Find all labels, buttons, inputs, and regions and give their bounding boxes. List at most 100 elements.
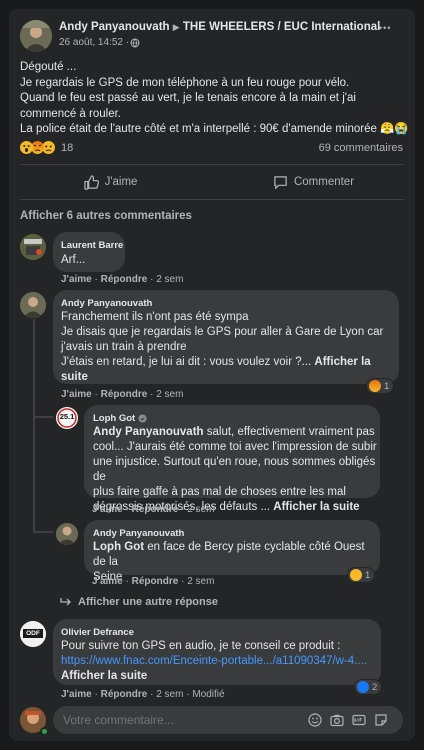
comment-actions: J'aime · Répondre · 2 sem — [61, 389, 184, 400]
show-other-reply-link[interactable]: Afficher une autre réponse — [60, 596, 218, 608]
comment-reply-link[interactable]: Répondre — [132, 576, 179, 587]
comment-reply-link[interactable]: Répondre — [132, 504, 179, 515]
comment-author[interactable]: Andy Panyanouvath — [93, 528, 184, 539]
comment-time[interactable]: 2 sem — [156, 389, 183, 400]
like-button[interactable]: J'aime — [9, 167, 212, 197]
comment-actions: J'aime · Répondre · 2 sem · Modifié — [61, 689, 225, 700]
thread-line — [33, 319, 35, 416]
online-status-indicator — [40, 727, 49, 736]
comments-count[interactable]: 69 commentaires — [319, 142, 403, 154]
comment-reply-link[interactable]: Répondre — [101, 389, 148, 400]
edited-label[interactable]: Modifié — [192, 689, 224, 700]
author-name[interactable]: Andy Panyanouvath — [59, 21, 170, 33]
thread-connector — [33, 531, 53, 533]
comment-line: Franchement ils n'ont pas été sympa — [61, 311, 249, 323]
comment-line: cool... J'aurais été comme toi avec l'im… — [93, 441, 377, 453]
reply-arrow-icon — [60, 598, 71, 606]
post-card: Andy Panyanouvath ▶ THE WHEELERS / EUC I… — [9, 9, 415, 741]
divider — [20, 199, 404, 200]
comment-time[interactable]: 2 sem — [187, 504, 214, 515]
haha-reaction-icon — [350, 569, 362, 581]
mention-link[interactable]: Loph Got — [93, 541, 144, 553]
comment-actions: J'aime · Répondre · 2 sem — [92, 504, 215, 515]
angry-reaction-icon — [369, 380, 381, 392]
comment-line: J'étais en retard, je lui ai dit : vous … — [61, 356, 312, 368]
comment-like-link[interactable]: J'aime — [92, 504, 123, 515]
reaction-count: 1 — [365, 569, 371, 581]
comment-bubble: Laurent Barre Arf... — [53, 232, 125, 272]
comment-time[interactable]: 2 sem — [187, 576, 214, 587]
gif-icon[interactable] — [352, 713, 366, 727]
comment-author[interactable]: Laurent Barre — [61, 240, 123, 251]
comment-reply-link[interactable]: Répondre — [101, 274, 148, 285]
comment-reactions[interactable]: 2 — [354, 679, 383, 695]
comment-text: Andy Panyanouvath salut, effectivement v… — [93, 425, 378, 515]
comment-time[interactable]: 2 sem — [156, 689, 183, 700]
commenter-avatar[interactable] — [20, 234, 46, 260]
reactions-summary[interactable]: 18 — [20, 141, 73, 154]
thread-connector — [33, 416, 53, 418]
comment-reply-link[interactable]: Répondre — [101, 689, 148, 700]
composer-tools — [308, 713, 388, 727]
wow-reaction-icon — [20, 141, 33, 154]
commenter-avatar[interactable]: 25.1 — [56, 407, 78, 429]
see-more-link[interactable]: Afficher la suite — [61, 670, 147, 682]
comment-reactions[interactable]: 1 — [366, 378, 395, 394]
comment-bubble: Andy Panyanouvath Loph Got en face de Be… — [84, 520, 380, 583]
comment-like-link[interactable]: J'aime — [61, 274, 92, 285]
comment-author[interactable]: Olivier Defrance — [61, 627, 134, 638]
comment-reactions[interactable]: 1 — [347, 567, 376, 583]
post-line: Je regardais le GPS de mon téléphone à u… — [20, 76, 350, 89]
comment-like-link[interactable]: J'aime — [61, 689, 92, 700]
camera-icon[interactable] — [330, 713, 344, 727]
more-options-button[interactable]: ••• — [379, 23, 391, 33]
comment-label: Commenter — [293, 176, 355, 188]
thread-line — [33, 416, 35, 531]
arrow-icon: ▶ — [172, 22, 180, 32]
comment-like-link[interactable]: J'aime — [92, 576, 123, 587]
comment-actions: J'aime · Répondre · 2 sem — [92, 576, 215, 587]
comment-button[interactable]: Commenter — [212, 167, 415, 197]
globe-icon — [130, 38, 140, 47]
commenter-avatar[interactable] — [20, 292, 46, 318]
comment-text: Arf... — [61, 254, 86, 266]
comment-input[interactable] — [63, 711, 293, 729]
comment-line: Je disais que je regardais le GPS pour a… — [61, 326, 384, 338]
post-line: Quand le feu est passé au vert, je le te… — [20, 92, 356, 120]
emoji-icon[interactable] — [308, 713, 322, 727]
comment-composer[interactable] — [53, 706, 403, 734]
avatar-label: 25.1 — [59, 412, 75, 421]
comment-author[interactable]: Loph Got — [93, 413, 135, 424]
comment-line: une injustice. Surtout qu'en roue, nous … — [93, 456, 376, 483]
comment-bubble-icon — [274, 175, 287, 190]
mention-link[interactable]: Andy Panyanouvath — [93, 426, 204, 438]
comment-text: Franchement ils n'ont pas été sympa Je d… — [61, 310, 396, 385]
group-name[interactable]: THE WHEELERS / EUC International — [183, 21, 380, 33]
comment-text: Pour suivre ton GPS en audio, je te cons… — [61, 639, 379, 684]
post-date[interactable]: 26 août, 14:52 · — [59, 37, 129, 48]
sticker-icon[interactable] — [374, 713, 388, 727]
like-label: J'aime — [104, 176, 138, 188]
post-line: Dégouté ... — [20, 61, 77, 73]
comment-line: salut, effectivement vraiment pas — [203, 426, 375, 438]
comment-line: plus faire gaffe à pas mal de choses ent… — [93, 486, 346, 498]
show-more-comments-link[interactable]: Afficher 6 autres commentaires — [20, 210, 192, 222]
show-other-reply-label: Afficher une autre réponse — [78, 596, 218, 608]
verified-badge-icon — [138, 414, 147, 423]
product-link[interactable]: https://www.fnac.com/Enceinte-portable..… — [61, 654, 379, 669]
divider — [20, 164, 404, 165]
comment-author-row: Loph Got — [93, 413, 147, 424]
author-avatar[interactable] — [20, 20, 52, 52]
post-line: La police était de l'autre côté et m'a i… — [20, 123, 409, 135]
post-header-title: Andy Panyanouvath ▶ THE WHEELERS / EUC I… — [59, 21, 380, 33]
commenter-avatar[interactable] — [56, 523, 78, 545]
comment-like-link[interactable]: J'aime — [61, 389, 92, 400]
see-more-link[interactable]: Afficher la suite — [273, 501, 359, 513]
like-reaction-icon — [357, 681, 369, 693]
reaction-count: 2 — [372, 681, 378, 693]
comment-line: Pour suivre ton GPS en audio, je te cons… — [61, 640, 341, 652]
comment-line: j'avais un train à prendre — [61, 341, 187, 353]
comment-time[interactable]: 2 sem — [156, 274, 183, 285]
commenter-avatar[interactable]: ODF — [20, 621, 46, 647]
comment-author[interactable]: Andy Panyanouvath — [61, 298, 152, 309]
